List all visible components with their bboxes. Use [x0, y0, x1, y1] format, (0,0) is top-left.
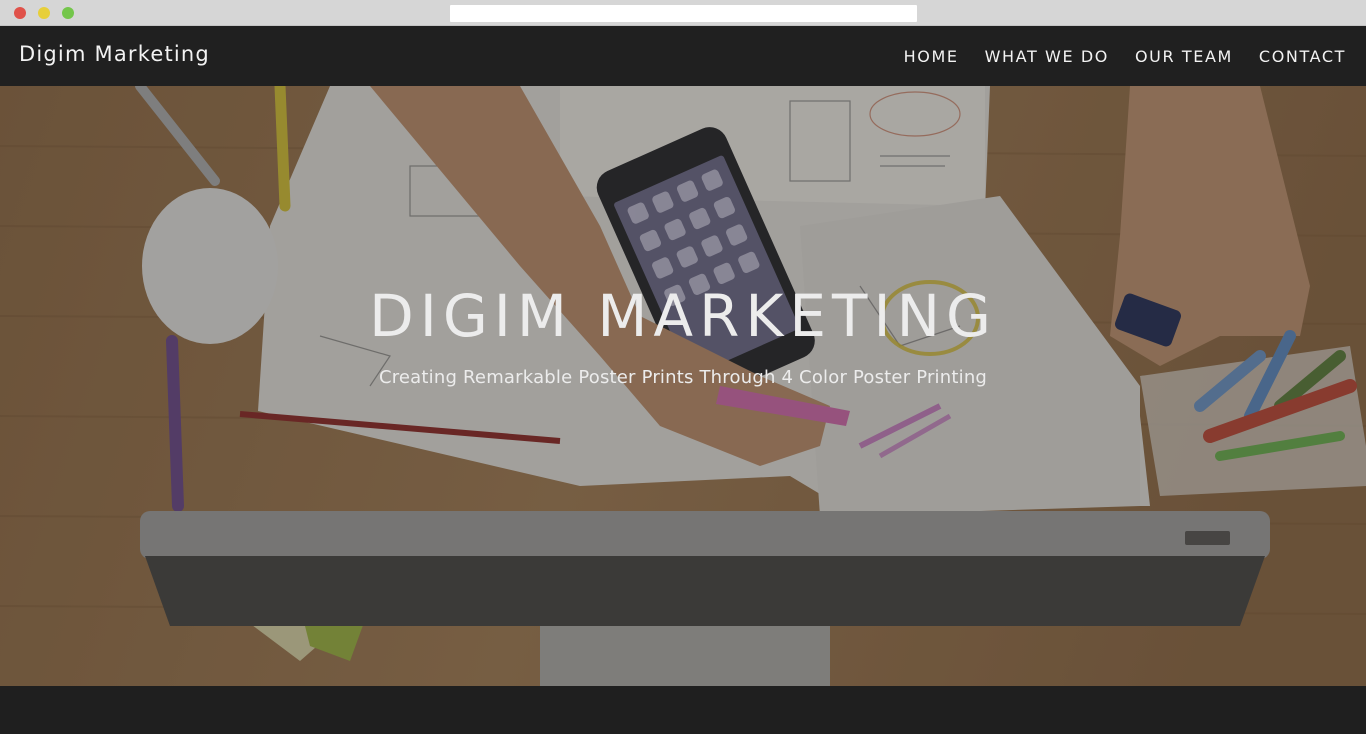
hero-subtitle: Creating Remarkable Poster Prints Throug…	[378, 367, 988, 388]
minimize-window-button[interactable]	[38, 7, 50, 19]
maximize-window-button[interactable]	[62, 7, 74, 19]
main-nav: HOME WHAT WE DO OUR TEAM CONTACT	[904, 47, 1346, 66]
nav-what-we-do[interactable]: WHAT WE DO	[985, 47, 1109, 66]
close-window-button[interactable]	[14, 7, 26, 19]
navbar: Digim Marketing HOME WHAT WE DO OUR TEAM…	[0, 26, 1366, 86]
nav-home[interactable]: HOME	[904, 47, 959, 66]
hero-title: DIGIM MARKETING	[369, 282, 997, 350]
browser-chrome	[0, 0, 1366, 26]
hero-section: DIGIM MARKETING Creating Remarkable Post…	[0, 86, 1366, 686]
nav-our-team[interactable]: OUR TEAM	[1135, 47, 1233, 66]
address-bar[interactable]	[450, 5, 917, 22]
brand-logo-link[interactable]: Digim Marketing	[19, 42, 210, 66]
next-section-strip	[0, 686, 1366, 734]
nav-contact[interactable]: CONTACT	[1259, 47, 1346, 66]
